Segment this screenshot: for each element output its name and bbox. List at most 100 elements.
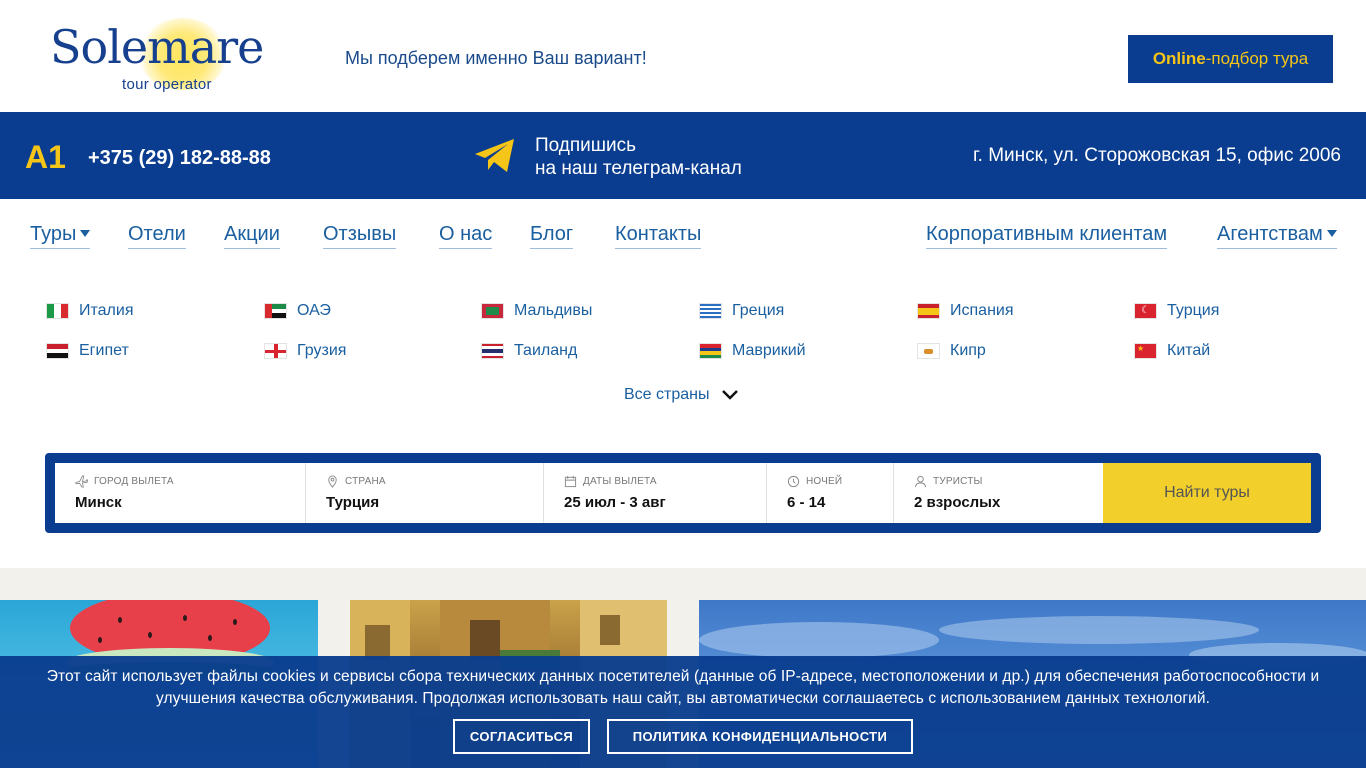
cookie-message: Этот сайт использует файлы cookies и сер…: [46, 668, 1320, 707]
online-btn-bold: Online: [1152, 49, 1206, 68]
top-header: Solemare tour operator Мы подберем именн…: [0, 0, 1366, 112]
thailand-flag-icon: [481, 343, 504, 359]
tourists-value: 2 взрослых: [914, 494, 1001, 511]
country-link-egypt[interactable]: Египет: [46, 342, 129, 360]
plane-icon: [75, 475, 88, 488]
country-link-thailand[interactable]: Таиланд: [481, 342, 577, 360]
departure-city-label: Город вылета: [75, 475, 285, 488]
online-tour-search-button[interactable]: Online -подбор тура: [1128, 35, 1333, 83]
all-countries-label: Все страны: [624, 386, 710, 403]
telegram-subscribe-link[interactable]: Подпишись на наш телеграм-канал: [535, 134, 742, 180]
country-label: Египет: [79, 342, 129, 359]
cookie-banner: Этот сайт использует файлы cookies и сер…: [0, 656, 1366, 768]
departure-city-label-text: Город вылета: [94, 476, 174, 487]
country-link-maldives[interactable]: Мальдивы: [481, 302, 592, 320]
cookie-agree-button[interactable]: Согласиться: [453, 719, 590, 754]
country-link-mauritius[interactable]: Маврикий: [699, 342, 806, 360]
country-label: Турция: [1167, 302, 1220, 319]
telegram-line-1: Подпишись: [535, 135, 637, 156]
location-pin-icon: [328, 475, 337, 488]
country-label: Италия: [79, 302, 134, 319]
country-link-spain[interactable]: Испания: [917, 302, 1014, 320]
spain-flag-icon: [917, 303, 940, 319]
country-label: Испания: [950, 302, 1014, 319]
telegram-line-2: на наш телеграм-канал: [535, 158, 742, 179]
chevron-down-icon: [722, 390, 739, 400]
country-label: Кипр: [950, 342, 986, 359]
online-btn-rest: -подбор тура: [1205, 49, 1309, 68]
country-field[interactable]: Страна Турция: [306, 463, 544, 523]
china-flag-icon: ★: [1134, 343, 1157, 359]
tourists-label-text: Туристы: [933, 476, 983, 487]
nav-item-reviews[interactable]: Отзывы: [323, 223, 397, 249]
office-address: г. Минск, ул. Сторожовская 15, офис 2006: [973, 145, 1341, 166]
nights-field[interactable]: Ночей 6 - 14: [767, 463, 894, 523]
country-label: Греция: [732, 302, 785, 319]
country-link-greece[interactable]: Греция: [699, 302, 784, 320]
nights-value: 6 - 14: [787, 494, 826, 511]
logo-subtitle: tour operator: [122, 76, 212, 93]
find-tours-button[interactable]: Найти туры: [1103, 463, 1311, 523]
nav-item-tours[interactable]: Туры: [30, 223, 91, 249]
info-band: A1 +375 (29) 182-88-88 Подпишись на наш …: [0, 112, 1366, 199]
country-link-china[interactable]: ★ Китай: [1134, 342, 1210, 360]
italy-flag-icon: [46, 303, 69, 319]
tourists-label: Туристы: [914, 475, 1083, 488]
privacy-policy-button[interactable]: Политика конфиденциальности: [607, 719, 913, 754]
nav-item-agencies[interactable]: Агентствам: [1217, 223, 1337, 249]
cyprus-flag-icon: [917, 343, 940, 359]
nav-item-hotels[interactable]: Отели: [128, 223, 186, 249]
nav-label-tours: Туры: [30, 223, 77, 245]
country-label: ОАЭ: [297, 302, 331, 319]
country-label: Грузия: [297, 342, 347, 359]
country-label-text: Страна: [345, 476, 386, 487]
country-link-georgia[interactable]: Грузия: [264, 342, 346, 360]
tour-search-form: Город вылета Минск Страна Турция Даты вы…: [55, 463, 1311, 523]
nights-label-text: Ночей: [806, 476, 843, 487]
caret-down-icon: [80, 230, 91, 237]
country-label: Маврикий: [732, 342, 806, 359]
country-value: Турция: [326, 494, 380, 511]
departure-city-value: Минск: [75, 494, 122, 511]
departure-city-field[interactable]: Город вылета Минск: [55, 463, 306, 523]
georgia-flag-icon: [264, 343, 287, 359]
uae-flag-icon: [264, 303, 287, 319]
tourists-field[interactable]: Туристы 2 взрослых: [894, 463, 1103, 523]
logo[interactable]: Solemare tour operator: [50, 18, 270, 98]
country-link-uae[interactable]: ОАЭ: [264, 302, 331, 320]
tagline: Мы подберем именно Ваш вариант!: [345, 48, 647, 68]
all-countries-toggle[interactable]: Все страны: [624, 386, 739, 404]
country-link-turkey[interactable]: ☾ Турция: [1134, 302, 1219, 320]
mauritius-flag-icon: [699, 343, 722, 359]
nights-label: Ночей: [787, 475, 873, 488]
nav-item-promotions[interactable]: Акции: [224, 223, 280, 249]
maldives-flag-icon: [481, 303, 504, 319]
country-label: Мальдивы: [514, 302, 593, 319]
tour-search-panel: Город вылета Минск Страна Турция Даты вы…: [45, 453, 1321, 533]
nav-label-agencies: Агентствам: [1217, 223, 1323, 245]
country-label: Китай: [1167, 342, 1211, 359]
nav-item-contacts[interactable]: Контакты: [615, 223, 702, 249]
telegram-icon[interactable]: [474, 138, 516, 174]
country-label: Таиланд: [514, 342, 578, 359]
main-nav: Туры Отели Акции Отзывы О нас Блог Конта…: [0, 199, 1366, 269]
person-icon: [914, 475, 927, 488]
nav-item-blog[interactable]: Блог: [530, 223, 574, 249]
turkey-flag-icon: ☾: [1134, 303, 1157, 319]
operator-label: A1: [25, 139, 66, 175]
departure-dates-label: Даты вылета: [564, 475, 746, 488]
country-label: Страна: [326, 475, 523, 488]
calendar-icon: [564, 475, 577, 488]
egypt-flag-icon: [46, 343, 69, 359]
phone-link[interactable]: +375 (29) 182-88-88: [88, 147, 271, 170]
caret-down-icon: [1326, 230, 1337, 237]
nav-item-about[interactable]: О нас: [439, 223, 493, 249]
nav-item-corporate[interactable]: Корпоративным клиентам: [926, 223, 1168, 249]
greece-flag-icon: [699, 303, 722, 319]
clock-icon: [787, 475, 800, 488]
departure-dates-field[interactable]: Даты вылета 25 июл - 3 авг: [544, 463, 767, 523]
logo-brand: Solemare: [50, 20, 264, 74]
country-link-italy[interactable]: Италия: [46, 302, 133, 320]
country-link-cyprus[interactable]: Кипр: [917, 342, 986, 360]
departure-dates-value: 25 июл - 3 авг: [564, 494, 666, 511]
